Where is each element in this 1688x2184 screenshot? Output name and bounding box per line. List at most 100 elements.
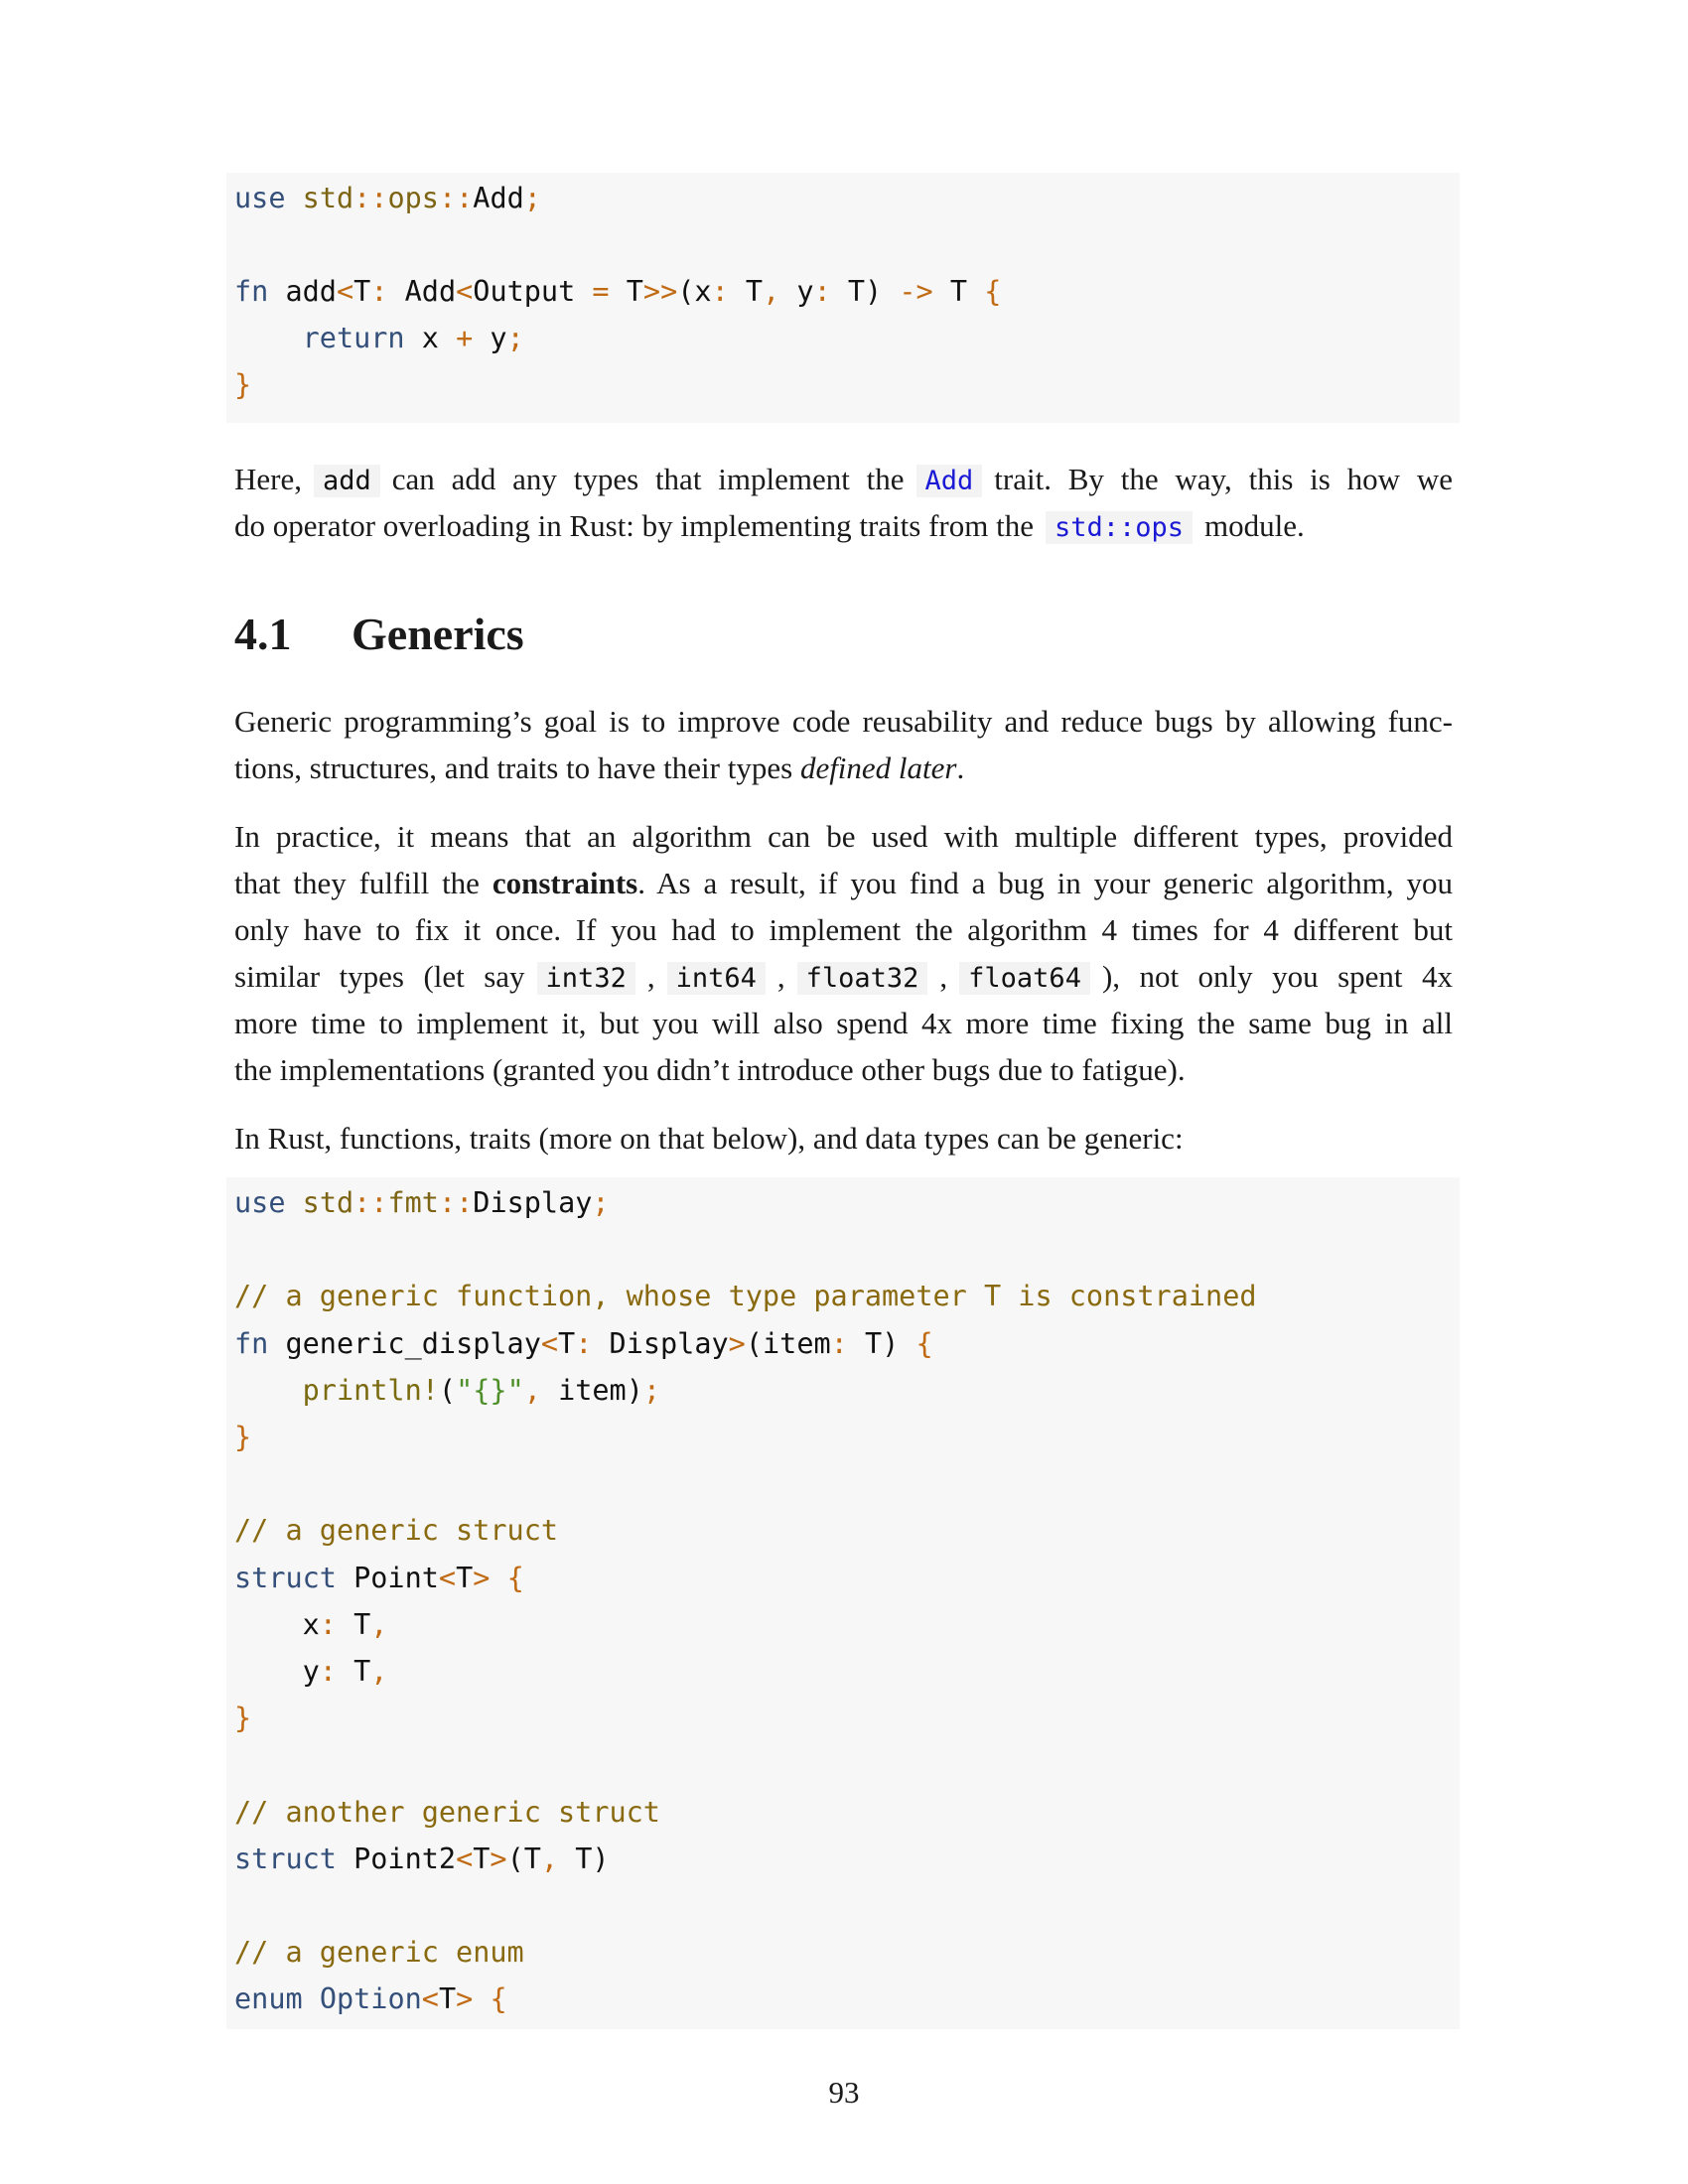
code-token: y	[234, 1655, 320, 1688]
code-token: ;	[592, 1186, 610, 1219]
code-line: struct Point2<T>(T, T)	[234, 1836, 610, 1882]
paragraph-add-trait-line-2: do operator overloading in Rust: by impl…	[234, 508, 1305, 544]
code-token: Point2	[336, 1842, 457, 1875]
code-token: <	[456, 1842, 474, 1875]
code-token: Display	[592, 1326, 729, 1360]
code-line: // a generic enum	[234, 1929, 524, 1976]
code-token: >	[456, 1982, 474, 2016]
code-token: ::	[353, 1186, 388, 1219]
code-token: Display	[473, 1186, 593, 1219]
code-token: (	[438, 1373, 457, 1407]
code-line: // a generic function, whose type parame…	[234, 1273, 1257, 1319]
code-token: use	[234, 182, 286, 214]
code-token: >	[473, 1561, 491, 1594]
code-token: ,	[763, 275, 780, 308]
code-token: item)	[540, 1373, 643, 1407]
code-token: <	[438, 1561, 457, 1594]
code-token: Add	[387, 275, 457, 308]
section-heading: 4.1 Generics	[234, 608, 524, 660]
code-token: {	[490, 1982, 507, 2016]
code-token: <	[421, 1982, 439, 2016]
code-token: std	[302, 182, 354, 214]
code-token: ::	[353, 182, 388, 214]
section-title: Generics	[352, 609, 524, 659]
paragraph-practice-line-6: the implementations (granted you didn’t …	[234, 1052, 1186, 1087]
code-token: (item	[745, 1326, 831, 1360]
code-token: (x	[677, 275, 712, 308]
inline-code-std-ops-link[interactable]: std::ops	[1046, 511, 1194, 544]
code-token: x	[404, 322, 457, 354]
code-token: ops	[387, 182, 439, 214]
code-token: :	[813, 275, 831, 308]
code-token: ,	[370, 1655, 388, 1688]
code-token: T	[336, 1607, 371, 1641]
inline-code-add: add	[313, 465, 380, 497]
code-token: :	[711, 275, 729, 308]
code-token: T	[609, 275, 643, 308]
code-token: T	[438, 1982, 457, 2016]
code-token: }	[234, 368, 252, 401]
inline-code-float32: float32	[796, 962, 928, 995]
code-line: fn generic_display<T: Display>(item: T) …	[234, 1320, 933, 1367]
code-token: {	[915, 1326, 933, 1360]
code-token: {	[506, 1561, 524, 1594]
code-token: T	[932, 275, 985, 308]
code-line: struct Point<T> {	[234, 1555, 524, 1601]
code-token: ;	[506, 322, 524, 354]
code-token: >>	[642, 275, 678, 308]
code-token: return	[302, 322, 405, 354]
code-token: {	[984, 275, 1002, 308]
code-line: }	[234, 1414, 251, 1460]
code-line: fn add<T: Add<Output = T>>(x: T, y: T) -…	[234, 268, 1001, 315]
code-token: T)	[558, 1842, 610, 1875]
code-line: // another generic struct	[234, 1789, 660, 1836]
page-number: 93	[828, 2075, 860, 2110]
paragraph-rust-generic: In Rust, functions, traits (more on that…	[234, 1121, 1184, 1156]
code-line: x: T,	[234, 1601, 388, 1648]
code-line: return x + y;	[234, 315, 524, 361]
paragraph-practice-line-1: In practice, it means that an algorithm …	[234, 819, 1453, 854]
code-line: enum Option<T> {	[234, 1976, 507, 2022]
code-token: ,	[540, 1842, 559, 1875]
code-token: <	[336, 275, 354, 308]
code-block-generics-examples: use std::fmt::Display;// a generic funct…	[226, 1177, 1460, 2029]
inline-code-add-trait-link[interactable]: Add	[915, 465, 983, 497]
code-token: fmt	[387, 1186, 439, 1219]
code-token: T	[336, 1655, 371, 1688]
code-block-use-add: use std::ops::Add; fn add<T: Add<Output =…	[226, 173, 1460, 423]
code-line: println!("{}", item);	[234, 1367, 660, 1414]
bold-constraints: constraints	[492, 866, 638, 900]
code-token: }	[234, 1702, 252, 1735]
code-token: :	[575, 1326, 593, 1360]
code-token: add	[268, 275, 337, 308]
paragraph-practice-line-2: that they fulfill the constraints. As a …	[234, 866, 1454, 900]
code-token: :	[370, 275, 388, 308]
code-token: struct	[234, 1842, 337, 1875]
code-token: // a generic function, whose type parame…	[234, 1280, 1257, 1313]
code-token: T	[456, 1561, 474, 1594]
code-token: T	[558, 1326, 576, 1360]
code-token: >	[490, 1842, 507, 1875]
code-token: ::	[438, 1186, 474, 1219]
code-token: use	[234, 1186, 286, 1219]
inline-code-int32: int32	[536, 962, 635, 995]
code-token: :	[319, 1655, 337, 1688]
code-token: =	[592, 275, 610, 308]
code-token: // another generic struct	[234, 1795, 660, 1829]
code-token: println!	[302, 1373, 439, 1407]
paragraph-practice-line-4: similar types (let say int32, int64, float3…	[234, 959, 1453, 995]
paragraph-generics-goal-line-2: tions, structures, and traits to have th…	[234, 751, 965, 785]
paragraph-practice-line-5: more time to implement it, but you will …	[234, 1006, 1453, 1040]
code-token: Point	[336, 1561, 439, 1594]
code-token: <	[456, 275, 474, 308]
code-token: T)	[830, 275, 900, 308]
code-token: struct	[234, 1561, 337, 1594]
paragraph-practice-line-3: only have to fix it once. If you had to …	[234, 912, 1453, 947]
code-token: >	[728, 1326, 746, 1360]
code-token: }	[234, 1421, 252, 1453]
